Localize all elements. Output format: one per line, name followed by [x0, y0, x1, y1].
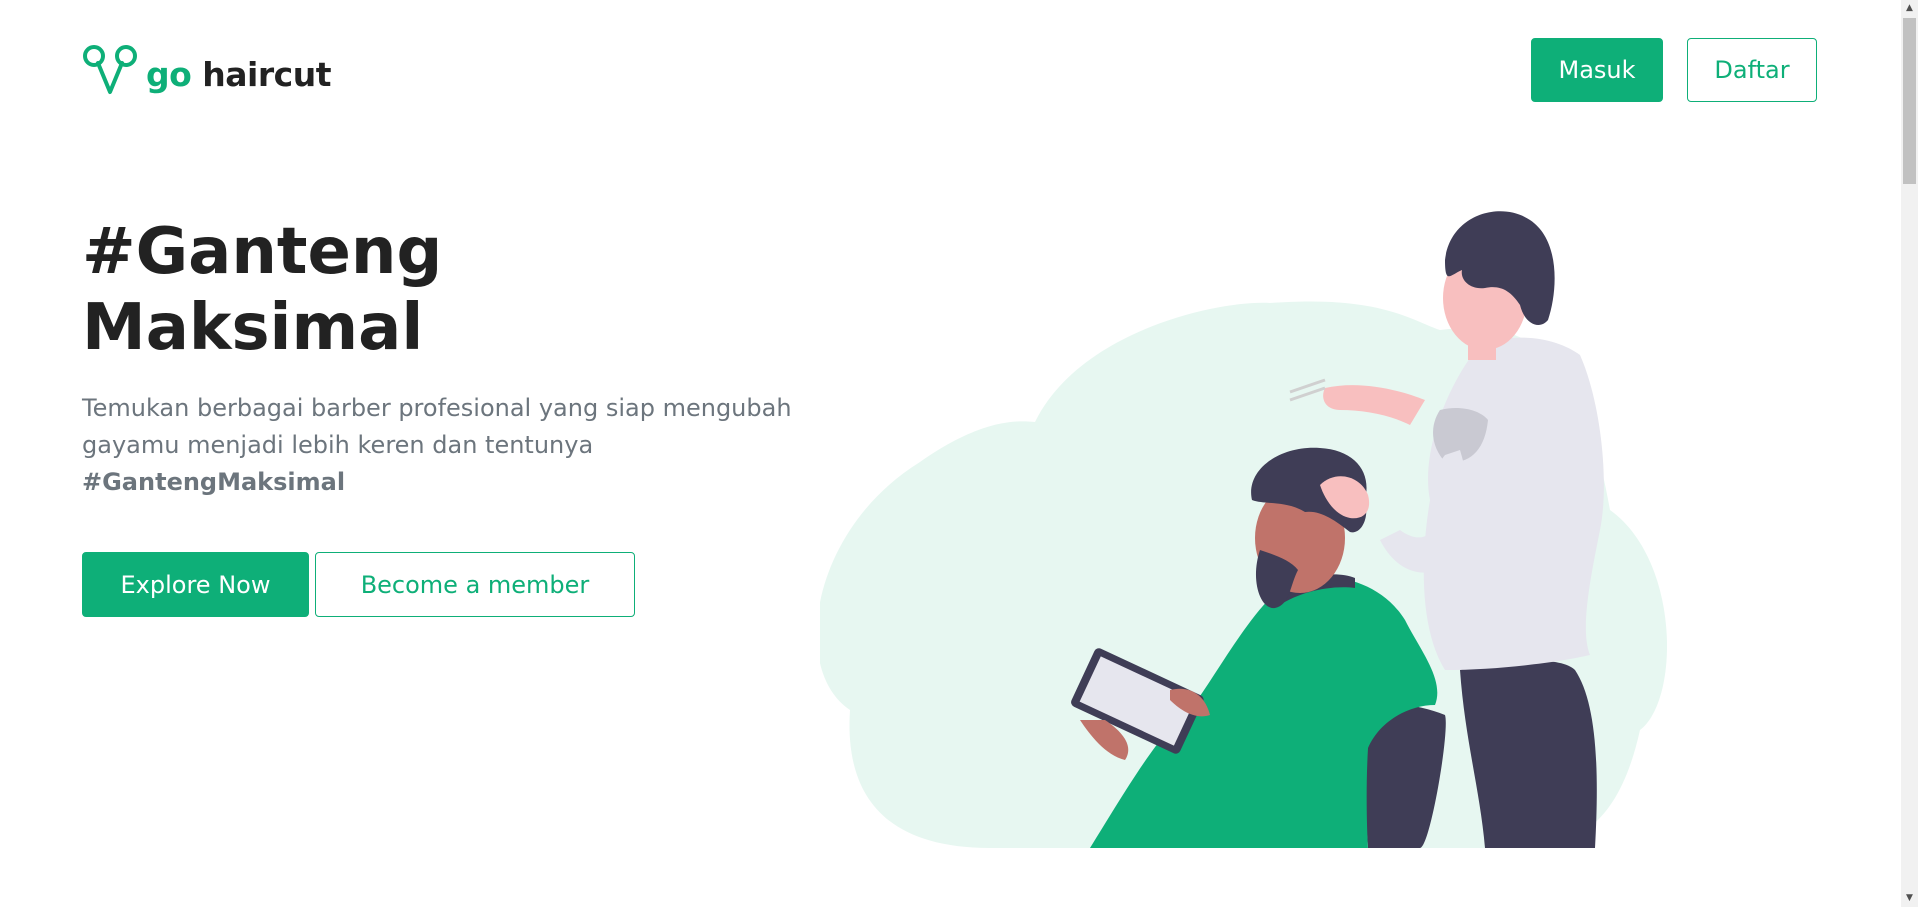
hero-description-text: Temukan berbagai barber profesional yang… [82, 394, 792, 459]
logo-text: go haircut [146, 55, 331, 94]
landing-page: go haircut Masuk Daftar #Ganteng Maksima… [0, 0, 1918, 907]
scroll-thumb[interactable] [1903, 18, 1916, 184]
barber-neck [1468, 338, 1496, 360]
register-button[interactable]: Daftar [1687, 38, 1817, 102]
explore-now-button[interactable]: Explore Now [82, 552, 309, 617]
hero-title-line2: Maksimal [82, 291, 424, 365]
page-scrollbar[interactable]: ▲ ▼ [1901, 0, 1918, 907]
become-member-button[interactable]: Become a member [315, 552, 635, 617]
scroll-up-icon[interactable]: ▲ [1901, 0, 1918, 17]
logo-haircut: haircut [202, 54, 331, 94]
scissors-icon [83, 45, 137, 94]
hero-title: #Ganteng Maksimal [82, 214, 642, 366]
hero-hashtag: #GantengMaksimal [82, 468, 346, 496]
hero-description: Temukan berbagai barber profesional yang… [82, 390, 802, 501]
hero-title-line1: #Ganteng [82, 215, 443, 289]
scroll-down-icon[interactable]: ▼ [1901, 890, 1918, 907]
logo-go: go [146, 54, 192, 94]
brand-logo[interactable]: go haircut [82, 44, 331, 96]
login-button[interactable]: Masuk [1531, 38, 1663, 102]
barber-illustration [820, 211, 1667, 848]
